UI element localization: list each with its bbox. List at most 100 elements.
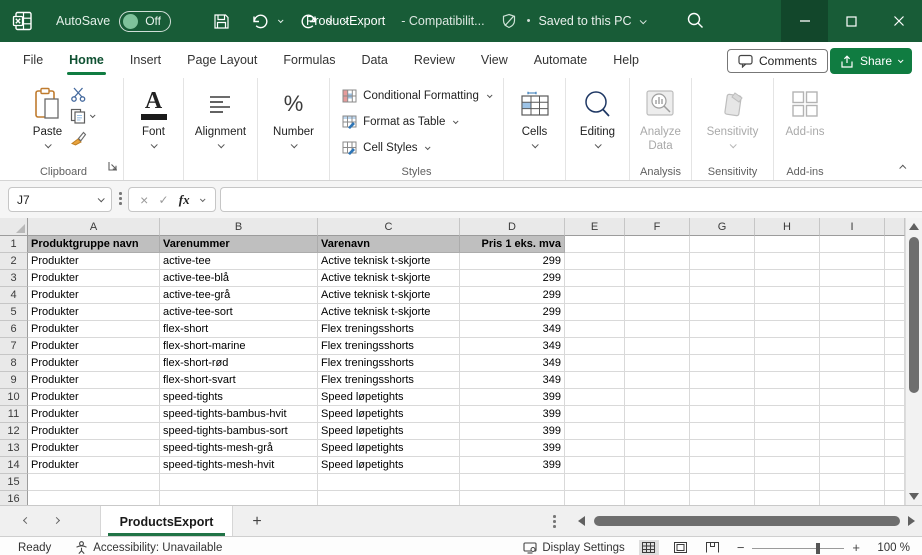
scroll-left-arrow[interactable] [578,516,585,526]
view-normal-icon[interactable] [639,540,659,555]
tab-file[interactable]: File [10,42,56,78]
cell-I8[interactable] [820,355,885,372]
cell-A3[interactable]: Produkter [28,270,160,287]
cell-E16[interactable] [565,491,625,505]
row-header-15[interactable]: 15 [0,474,28,491]
undo-dropdown-chevron[interactable] [278,17,284,23]
excel-app-icon[interactable] [12,10,34,32]
cell-I3[interactable] [820,270,885,287]
saved-status[interactable]: • Saved to this PC [527,14,645,28]
cell-G16[interactable] [690,491,755,505]
undo-button[interactable] [251,14,269,29]
cell-E14[interactable] [565,457,625,474]
clipboard-dialog-launcher-icon[interactable] [108,158,118,176]
cell-D1[interactable]: Pris 1 eks. mva [460,236,565,253]
cut-button[interactable] [70,87,94,102]
column-header-H[interactable]: H [755,218,820,236]
close-button[interactable] [875,0,922,42]
cell-D16[interactable] [460,491,565,505]
cell-G1[interactable] [690,236,755,253]
cell-C10[interactable]: Speed løpetights [318,389,460,406]
view-page-layout-icon[interactable] [671,540,691,555]
cell-F1[interactable] [625,236,690,253]
cell-F14[interactable] [625,457,690,474]
cell-B1[interactable]: Varenummer [160,236,318,253]
cell-G10[interactable] [690,389,755,406]
cell-F3[interactable] [625,270,690,287]
cell-F5[interactable] [625,304,690,321]
cell-A7[interactable]: Produkter [28,338,160,355]
cell-F2[interactable] [625,253,690,270]
cell-A11[interactable]: Produkter [28,406,160,423]
cell-E11[interactable] [565,406,625,423]
cell-H13[interactable] [755,440,820,457]
cell-C7[interactable]: Flex treningsshorts [318,338,460,355]
column-header-I[interactable]: I [820,218,885,236]
cell-E3[interactable] [565,270,625,287]
cell-x14[interactable] [885,457,905,474]
share-button[interactable]: Share [830,48,912,74]
cell-E13[interactable] [565,440,625,457]
cell-C14[interactable]: Speed løpetights [318,457,460,474]
tab-review[interactable]: Review [401,42,468,78]
cell-H1[interactable] [755,236,820,253]
formula-input[interactable] [220,187,922,212]
insert-function-chevron[interactable] [200,196,206,202]
column-header-F[interactable]: F [625,218,690,236]
cell-B13[interactable]: speed-tights-mesh-grå [160,440,318,457]
cell-F15[interactable] [625,474,690,491]
cell-F12[interactable] [625,423,690,440]
row-header-5[interactable]: 5 [0,304,28,321]
cell-G11[interactable] [690,406,755,423]
cell-B6[interactable]: flex-short [160,321,318,338]
row-header-12[interactable]: 12 [0,423,28,440]
cell-I12[interactable] [820,423,885,440]
add-sheet-button[interactable]: + [246,511,268,533]
conditional-formatting-button[interactable]: Conditional Formatting [342,83,491,109]
row-header-8[interactable]: 8 [0,355,28,372]
cell-A13[interactable]: Produkter [28,440,160,457]
cell-x5[interactable] [885,304,905,321]
row-header-1[interactable]: 1 [0,236,28,253]
column-header-E[interactable]: E [565,218,625,236]
cell-I2[interactable] [820,253,885,270]
cell-C13[interactable]: Speed løpetights [318,440,460,457]
copy-button[interactable] [70,108,94,124]
insert-function-icon[interactable]: fx [179,192,190,208]
cell-E5[interactable] [565,304,625,321]
cell-x10[interactable] [885,389,905,406]
save-button[interactable] [213,13,230,30]
cell-x11[interactable] [885,406,905,423]
cell-x3[interactable] [885,270,905,287]
cell-G2[interactable] [690,253,755,270]
cell-A14[interactable]: Produkter [28,457,160,474]
cell-B12[interactable]: speed-tights-bambus-sort [160,423,318,440]
cell-D7[interactable]: 349 [460,338,565,355]
cell-G8[interactable] [690,355,755,372]
column-header-D[interactable]: D [460,218,565,236]
cell-A1[interactable]: Produktgruppe navn [28,236,160,253]
cell-I16[interactable] [820,491,885,505]
sheet-nav-left-chevron[interactable] [23,517,30,524]
tab-home[interactable]: Home [56,42,117,78]
cell-F10[interactable] [625,389,690,406]
cell-A2[interactable]: Produkter [28,253,160,270]
cell-B5[interactable]: active-tee-sort [160,304,318,321]
cell-C15[interactable] [318,474,460,491]
scroll-up-arrow[interactable] [909,223,919,230]
cell-A12[interactable]: Produkter [28,423,160,440]
cell-A15[interactable] [28,474,160,491]
name-box[interactable]: J7 [8,187,112,212]
number-button[interactable]: % Number [273,83,314,148]
cell-I14[interactable] [820,457,885,474]
cell-E9[interactable] [565,372,625,389]
cell-B7[interactable]: flex-short-marine [160,338,318,355]
cell-F9[interactable] [625,372,690,389]
row-header-2[interactable]: 2 [0,253,28,270]
alignment-dropdown-chevron[interactable] [218,141,225,148]
cell-F8[interactable] [625,355,690,372]
cell-H9[interactable] [755,372,820,389]
tab-automate[interactable]: Automate [521,42,601,78]
zoom-slider-thumb[interactable] [816,543,820,554]
cell-F4[interactable] [625,287,690,304]
